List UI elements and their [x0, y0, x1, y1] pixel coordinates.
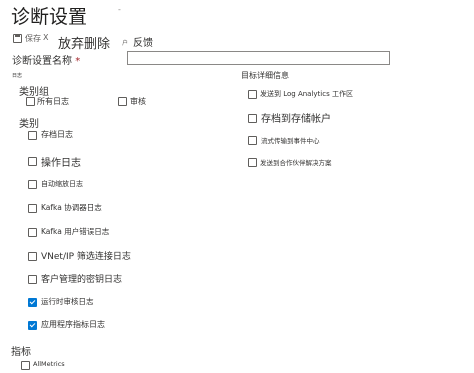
checkbox-box-checked[interactable]	[28, 298, 37, 307]
minimize-icon[interactable]: -	[118, 5, 121, 14]
checkbox-label: VNet/IP 筛选连接日志	[41, 252, 131, 262]
checkbox-label: 发送到 Log Analytics 工作区	[260, 90, 353, 98]
feedback-button[interactable]: 反馈	[133, 34, 153, 49]
checkbox-label: 存档到存储帐户	[261, 114, 331, 125]
checkbox-label: 存档日志	[41, 130, 73, 139]
checkbox-label: 流式传输到事件中心	[261, 137, 320, 145]
checkbox-label: 客户管理的密钥日志	[41, 275, 123, 285]
logs-section-label: 日志	[12, 73, 23, 79]
checkbox-label: Kafka 用户错误日志	[41, 227, 110, 236]
checkbox-label: 所有日志	[37, 97, 69, 106]
setting-name-label: 诊断设置名称 *	[12, 52, 80, 67]
checkbox-label: 审核	[130, 97, 146, 106]
save-button[interactable]: 保存	[25, 33, 41, 44]
save-icon[interactable]	[13, 34, 22, 43]
checkbox-label: 发送到合作伙伴解决方案	[260, 159, 332, 167]
categories-label: 类别	[19, 119, 39, 130]
checkbox-box-checked[interactable]	[28, 321, 37, 330]
setting-name-label-text: 诊断设置名称	[12, 56, 72, 67]
checkbox-box[interactable]	[248, 90, 257, 99]
checkbox-box[interactable]	[21, 361, 30, 370]
checkbox-box[interactable]	[28, 204, 37, 213]
checkbox-box[interactable]	[28, 275, 37, 284]
checkbox-box[interactable]	[248, 158, 257, 167]
setting-name-input[interactable]	[127, 51, 390, 65]
checkbox-box[interactable]	[26, 97, 35, 106]
destination-section-label: 目标详细信息	[241, 71, 289, 80]
checkbox-box[interactable]	[28, 252, 37, 261]
checkbox-label: 操作日志	[41, 158, 81, 169]
checkbox-label: AllMetrics	[33, 360, 65, 368]
checkbox-box[interactable]	[28, 180, 37, 189]
checkbox-label: Kafka 协调器日志	[41, 203, 102, 212]
metrics-section-label: 指标	[11, 347, 31, 358]
checkbox-label: 应用程序指标日志	[41, 320, 105, 329]
checkbox-box[interactable]	[248, 136, 257, 145]
discard-button[interactable]: 放弃删除	[58, 33, 110, 52]
required-marker: *	[75, 56, 81, 67]
checkbox-box[interactable]	[28, 228, 37, 237]
checkbox-box[interactable]	[28, 131, 37, 140]
checkbox-box[interactable]	[248, 114, 257, 123]
checkbox-box[interactable]	[28, 157, 37, 166]
discard-icon[interactable]: X	[43, 33, 48, 42]
checkbox-label: 运行时审核日志	[41, 297, 94, 306]
page-title: 诊断设置	[11, 6, 88, 28]
checkbox-label: 自动缩放日志	[41, 180, 83, 188]
checkbox-box[interactable]	[118, 97, 127, 106]
delete-button-fragment[interactable]: 户	[122, 38, 128, 47]
